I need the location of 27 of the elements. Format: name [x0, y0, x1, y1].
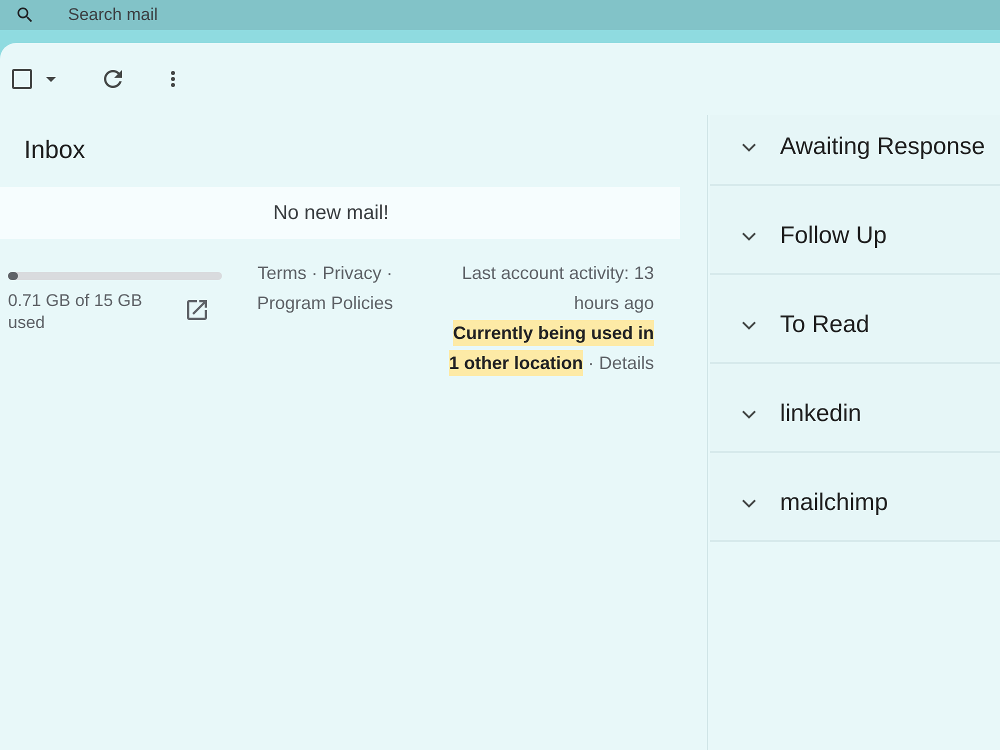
chevron-down-icon[interactable] [742, 232, 756, 241]
caret-icon[interactable] [46, 76, 56, 82]
empty-inbox-message: No new mail! [273, 201, 389, 226]
search-bar[interactable]: Search mail [0, 0, 1000, 30]
external-link-icon[interactable] [187, 300, 207, 320]
section-title: To Read [780, 311, 870, 339]
chevron-down-icon[interactable] [742, 410, 756, 419]
search-input[interactable]: Search mail [68, 3, 468, 27]
storage-usage: 0.71 GB of 15 GB used [8, 290, 144, 334]
chevron-down-icon[interactable] [742, 321, 756, 330]
section-title: linkedin [780, 400, 862, 428]
inbox-title: Inbox [24, 135, 86, 166]
details-link[interactable]: Details [598, 353, 654, 373]
chevron-down-icon[interactable] [742, 143, 756, 152]
chevron-down-icon[interactable] [742, 499, 756, 508]
select-all-checkbox[interactable] [12, 69, 32, 89]
footer-link[interactable]: Privacy [322, 263, 382, 283]
footer-link[interactable]: Program Policies [256, 293, 394, 313]
search-icon[interactable] [15, 5, 35, 25]
refresh-icon[interactable] [104, 70, 122, 88]
footer-link[interactable]: Terms [257, 263, 306, 283]
more-options-icon[interactable] [171, 71, 175, 87]
footer-links: Terms · Privacy · Program Policies [256, 262, 394, 315]
section-title: Awaiting Response [780, 133, 986, 161]
section-title: Follow Up [780, 222, 887, 250]
account-activity: Last account activity: 13 hours ago [460, 262, 654, 315]
section-title: mailchimp [780, 489, 888, 517]
